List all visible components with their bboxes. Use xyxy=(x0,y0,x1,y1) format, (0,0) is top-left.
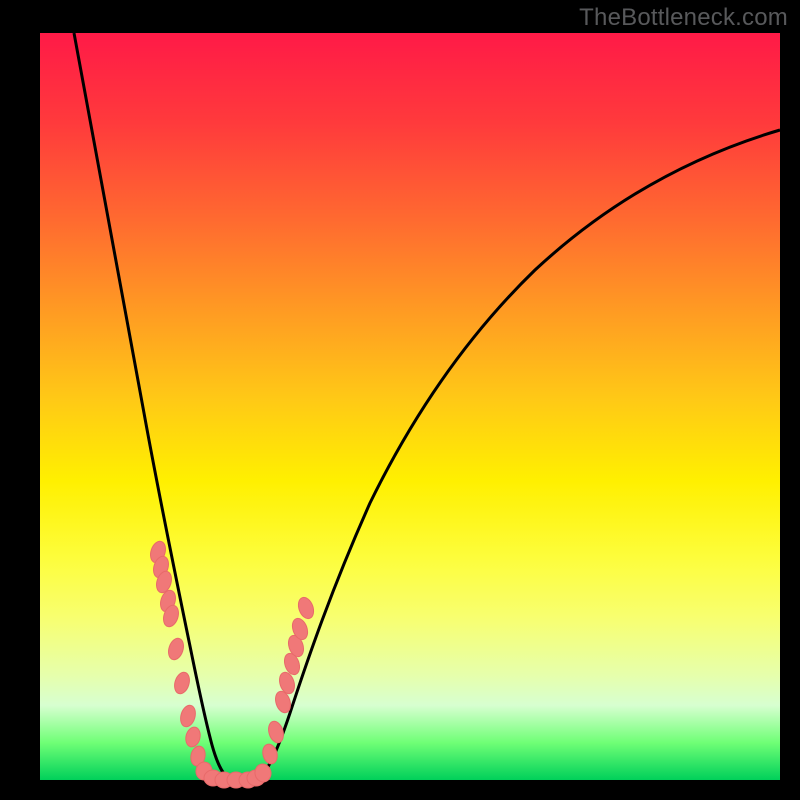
watermark-text: TheBottleneck.com xyxy=(579,4,788,32)
marker-dot xyxy=(184,726,202,749)
marker-dot xyxy=(296,595,317,620)
marker-dot xyxy=(266,719,286,744)
chart-frame: TheBottleneck.com xyxy=(0,0,800,800)
marker-dot xyxy=(178,703,198,728)
left-curve-line xyxy=(74,33,232,780)
marker-dot xyxy=(172,670,192,695)
right-curve-line xyxy=(256,130,780,780)
marker-group xyxy=(148,539,316,788)
chart-svg xyxy=(40,33,780,780)
marker-dot xyxy=(166,636,186,661)
